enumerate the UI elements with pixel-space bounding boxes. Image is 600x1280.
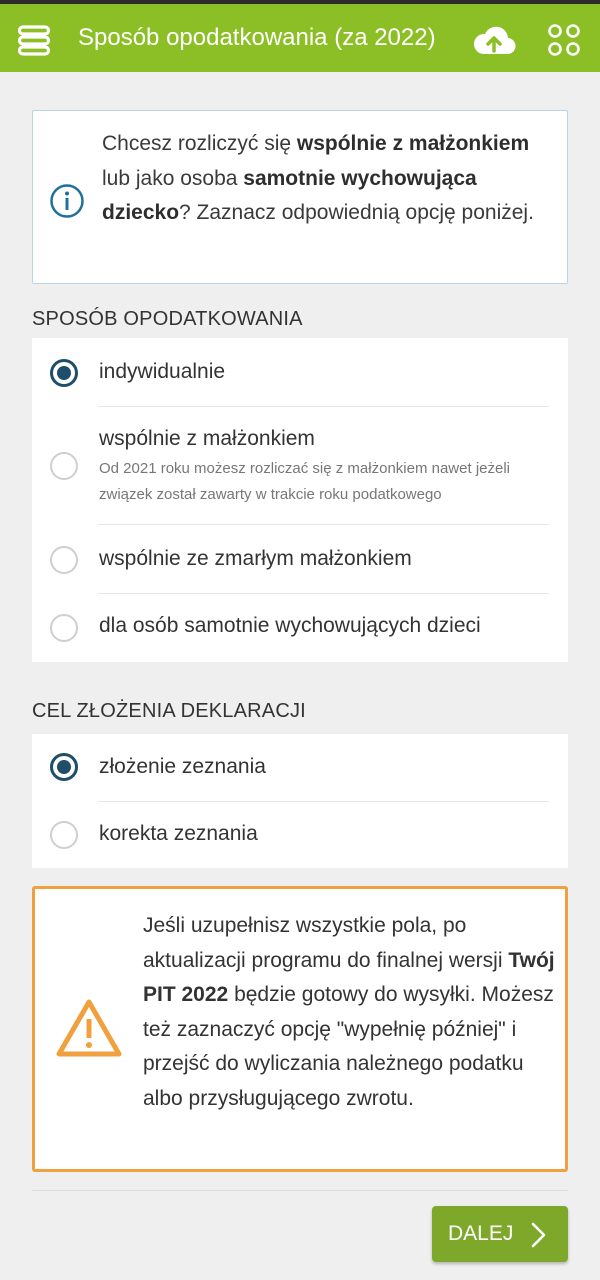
- option-joint-spouse[interactable]: wspólnie z małżonkiem Od 2021 roku możes…: [32, 407, 568, 524]
- warning-box: Jeśli uzupełnisz wszystkie pola, po aktu…: [32, 886, 568, 1172]
- option-deceased-spouse[interactable]: wspólnie ze zmarłym małżonkiem: [32, 525, 568, 593]
- option-label: dla osób samotnie wychowujących dzieci: [99, 614, 481, 637]
- next-button-label: DALEJ: [448, 1222, 514, 1245]
- option-single-parent[interactable]: dla osób samotnie wychowujących dzieci: [32, 594, 568, 662]
- page-title: Sposób opodatkowania (za 2022): [78, 24, 436, 51]
- option-label: indywidualnie: [99, 360, 226, 383]
- option-label: złożenie zeznania: [99, 755, 266, 778]
- radio-button-selected[interactable]: [50, 359, 78, 387]
- section-title-purpose: CEL ZŁOŻENIA DEKLARACJI: [32, 700, 306, 722]
- footer-divider: [32, 1190, 568, 1191]
- info-icon: [50, 184, 84, 218]
- next-button[interactable]: DALEJ: [432, 1206, 568, 1262]
- chevron-right-icon: [531, 1222, 546, 1248]
- taxation-options-card: indywidualnie wspólnie z małżonkiem Od 2…: [32, 338, 568, 662]
- warning-icon: [56, 999, 122, 1057]
- option-label: wspólnie z małżonkiem: [99, 427, 315, 450]
- menu-icon[interactable]: [14, 20, 54, 60]
- info-text: Chcesz rozliczyć się wspólnie z małżonki…: [102, 132, 534, 224]
- warning-text: Jeśli uzupełnisz wszystkie pola, po aktu…: [143, 914, 555, 1110]
- option-individual[interactable]: indywidualnie: [32, 338, 568, 406]
- option-description: Od 2021 roku możesz rozliczać się z małż…: [99, 460, 510, 503]
- purpose-options-card: złożenie zeznania korekta zeznania: [32, 734, 568, 868]
- option-correction[interactable]: korekta zeznania: [32, 802, 568, 868]
- option-label: korekta zeznania: [99, 822, 258, 845]
- radio-button[interactable]: [50, 452, 78, 480]
- option-submission[interactable]: złożenie zeznania: [32, 734, 568, 801]
- radio-button[interactable]: [50, 546, 78, 574]
- section-title-taxation: SPOSÓB OPODATKOWANIA: [32, 308, 303, 330]
- radio-button-selected[interactable]: [50, 753, 78, 781]
- apps-grid-icon[interactable]: [547, 23, 581, 57]
- radio-button[interactable]: [50, 821, 78, 849]
- top-app-bar: Sposób opodatkowania (za 2022): [0, 0, 600, 72]
- info-box: Chcesz rozliczyć się wspólnie z małżonki…: [32, 110, 568, 284]
- option-label: wspólnie ze zmarłym małżonkiem: [99, 547, 412, 570]
- radio-button[interactable]: [50, 614, 78, 642]
- cloud-upload-icon[interactable]: [472, 22, 516, 58]
